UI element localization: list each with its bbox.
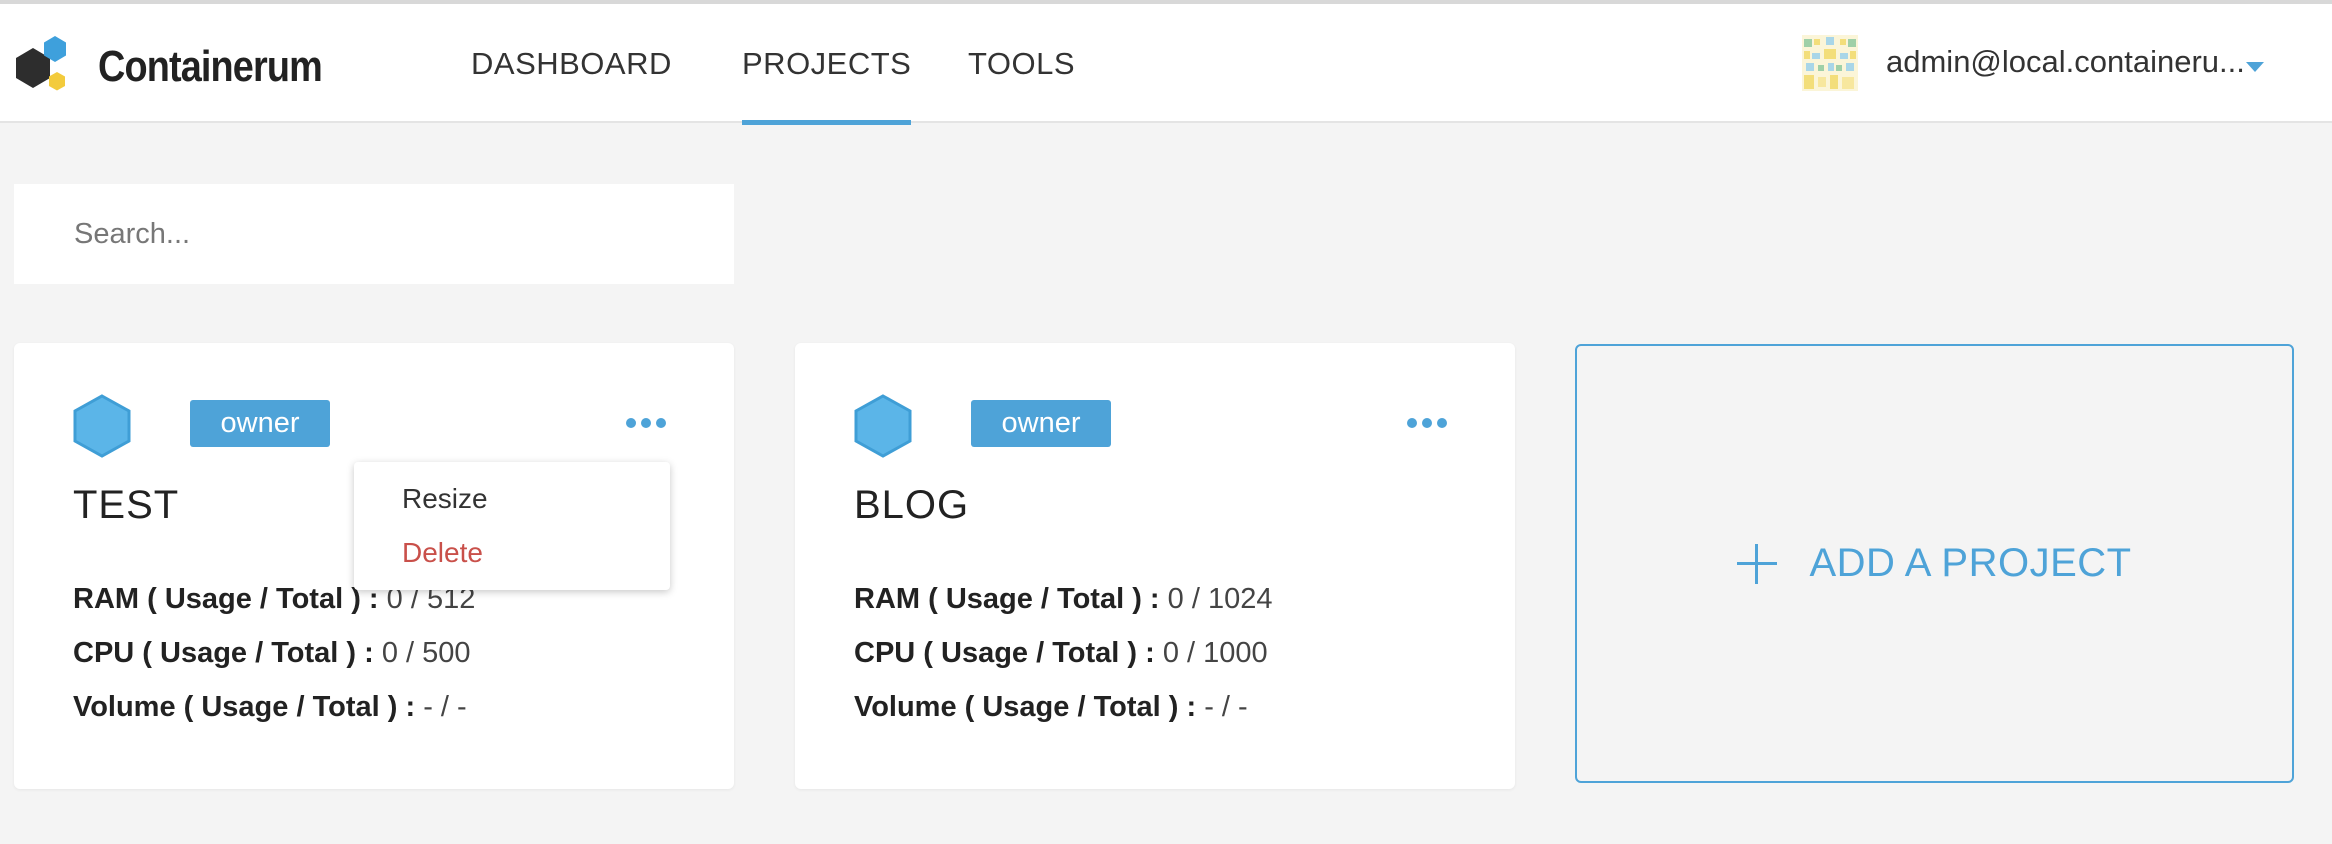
ram-stat: RAM ( Usage / Total ) : 0 / 1024 [854, 583, 1272, 616]
search-input[interactable] [14, 184, 734, 284]
ram-label: RAM ( Usage / Total ) : [73, 583, 379, 615]
more-options-icon[interactable] [626, 418, 666, 428]
app-logo[interactable]: Containerum [12, 34, 358, 100]
nav-projects[interactable]: PROJECTS [742, 4, 912, 125]
identicon-avatar [1802, 35, 1858, 91]
user-email: admin@local.containeru... [1886, 44, 2245, 79]
cpu-value: 0 / 500 [381, 637, 471, 669]
top-navbar: Containerum DASHBOARD PROJECTS TOOLS adm… [0, 0, 2332, 125]
role-badge: owner [971, 400, 1111, 447]
role-badge: owner [190, 400, 330, 447]
more-options-icon[interactable] [1407, 418, 1447, 428]
nav-projects-label: PROJECTS [742, 45, 912, 81]
volume-label: Volume ( Usage / Total ) : [854, 691, 1197, 723]
ram-label: RAM ( Usage / Total ) : [854, 583, 1160, 615]
app-name: Containerum [98, 42, 323, 91]
cpu-label: CPU ( Usage / Total ) : [854, 637, 1155, 669]
project-hexagon-icon [854, 394, 912, 458]
cpu-stat: CPU ( Usage / Total ) : 0 / 1000 [854, 637, 1268, 670]
volume-stat: Volume ( Usage / Total ) : - / - [854, 691, 1248, 724]
volume-stat: Volume ( Usage / Total ) : - / - [73, 691, 467, 724]
nav-tools-label: TOOLS [968, 45, 1076, 81]
plus-icon [1737, 543, 1778, 584]
add-project-label: ADD A PROJECT [1809, 541, 2132, 585]
add-project-content: ADD A PROJECT [1737, 541, 2131, 586]
volume-value: - / - [1204, 691, 1248, 723]
ram-value: 0 / 1024 [1167, 583, 1273, 615]
cpu-stat: CPU ( Usage / Total ) : 0 / 500 [73, 637, 471, 670]
project-name: BLOG [854, 483, 970, 527]
user-menu[interactable]: admin@local.containeru... [1802, 4, 2332, 123]
chevron-down-icon[interactable] [2246, 62, 2264, 72]
menu-item-resize[interactable]: Resize [402, 483, 488, 515]
project-hexagon-icon [73, 394, 131, 458]
project-options-menu: Resize Delete [354, 462, 670, 590]
volume-label: Volume ( Usage / Total ) : [73, 691, 416, 723]
cpu-value: 0 / 1000 [1162, 637, 1268, 669]
volume-value: - / - [423, 691, 467, 723]
cpu-label: CPU ( Usage / Total ) : [73, 637, 374, 669]
nav-tools[interactable]: TOOLS [968, 4, 1075, 123]
nav-dashboard-label: DASHBOARD [471, 45, 672, 81]
project-card[interactable]: owner BLOG RAM ( Usage / Total ) : 0 / 1… [795, 343, 1515, 789]
add-project-button[interactable]: ADD A PROJECT [1575, 344, 2294, 783]
menu-item-delete[interactable]: Delete [402, 537, 483, 569]
nav-dashboard[interactable]: DASHBOARD [471, 4, 672, 123]
containerum-logo-icon [16, 36, 66, 91]
project-name: TEST [73, 483, 180, 527]
